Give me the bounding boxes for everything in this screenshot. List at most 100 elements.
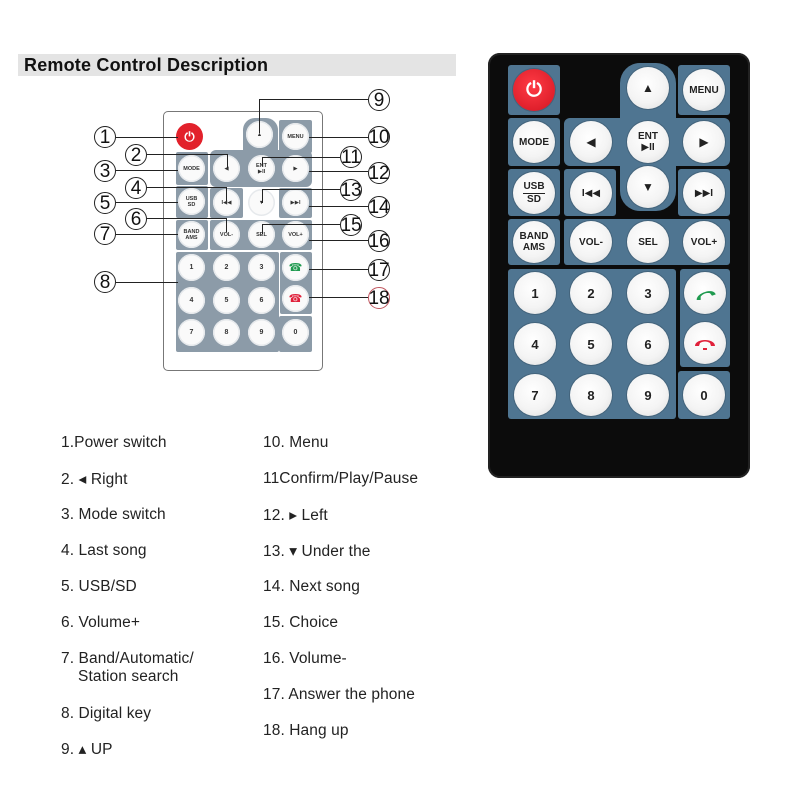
callout-4: 4 bbox=[125, 177, 147, 199]
next-track-button[interactable]: ▶▶I bbox=[683, 172, 725, 214]
remote-control: ⏻ ▲ MENU MODE ◀ ENT ▶II ▶ USB SD I◀◀ ▼ ▶▶I… bbox=[488, 53, 750, 478]
leader-5 bbox=[116, 202, 178, 204]
digit-0-button[interactable]: 0 bbox=[683, 374, 725, 416]
diagram-usb-sd-button: USB SD bbox=[178, 188, 205, 215]
leader-14 bbox=[309, 206, 368, 208]
digit-2-button[interactable]: 2 bbox=[570, 272, 612, 314]
diagram-digit-8: 8 bbox=[213, 319, 240, 346]
leader-6-v bbox=[226, 218, 228, 232]
leader-1 bbox=[116, 137, 178, 139]
diagram-band-ams-button: BAND AMS bbox=[178, 221, 205, 248]
legend-item-1: 1.Power switch bbox=[61, 434, 167, 451]
legend-item-16: 16. Volume- bbox=[263, 650, 347, 667]
callout-2: 2 bbox=[125, 144, 147, 166]
leader-2-v bbox=[227, 154, 229, 168]
legend-item-17: 17. Answer the phone bbox=[263, 686, 415, 703]
legend-item-11: 11Confirm/Play/Pause bbox=[263, 470, 419, 487]
diagram-hangup-button: ☎ bbox=[282, 285, 309, 312]
leader-4-v bbox=[226, 187, 228, 201]
diagram-next-button: ▶▶I bbox=[282, 189, 309, 216]
leader-11-v bbox=[262, 157, 264, 166]
callout-16: 16 bbox=[368, 230, 390, 252]
diagram-digit-0: 0 bbox=[282, 319, 309, 346]
legend-item-9: 9. ▴ UP bbox=[61, 741, 113, 758]
callout-1: 1 bbox=[94, 126, 116, 148]
callout-11: 11 bbox=[340, 146, 362, 168]
leader-10 bbox=[309, 137, 368, 139]
legend-item-18: 18. Hang up bbox=[263, 722, 349, 739]
page-title: Remote Control Description bbox=[24, 55, 269, 75]
down-button[interactable]: ▼ bbox=[627, 166, 669, 208]
legend-item-14: 14. Next song bbox=[263, 578, 360, 595]
answer-call-button[interactable] bbox=[684, 272, 726, 314]
leader-16 bbox=[309, 240, 368, 242]
callout-12: 12 bbox=[368, 162, 390, 184]
diagram-power-button: ⏻ bbox=[176, 123, 203, 150]
legend-item-7: 7. Band/Automatic/ bbox=[61, 650, 194, 667]
legend-item-8: 8. Digital key bbox=[61, 705, 152, 722]
leader-12 bbox=[309, 171, 368, 173]
digit-6-button[interactable]: 6 bbox=[627, 323, 669, 365]
legend-item-15: 15. Choice bbox=[263, 614, 339, 631]
callout-15: 15 bbox=[340, 214, 362, 236]
menu-button[interactable]: MENU bbox=[683, 69, 725, 111]
legend-item-6: 6. Volume+ bbox=[61, 614, 140, 631]
leader-15 bbox=[262, 224, 340, 226]
legend-item-13: 13. ▾ Under the bbox=[263, 543, 371, 560]
callout-13: 13 bbox=[340, 179, 362, 201]
leader-15-v bbox=[262, 224, 264, 234]
diagram-digit-6: 6 bbox=[248, 287, 275, 314]
callout-17: 17 bbox=[368, 259, 390, 281]
band-ams-button[interactable]: BAND AMS bbox=[513, 221, 555, 263]
power-button[interactable]: ⏻ bbox=[513, 69, 555, 111]
leader-8 bbox=[116, 282, 178, 284]
hang-up-button[interactable] bbox=[684, 322, 726, 364]
callout-18: 18 bbox=[368, 287, 390, 309]
volume-up-button[interactable]: VOL+ bbox=[683, 221, 725, 263]
volume-down-button[interactable]: VOL- bbox=[570, 221, 612, 263]
leader-13 bbox=[262, 189, 340, 191]
right-arrow-button[interactable]: ▶ bbox=[683, 121, 725, 163]
ent-play-pause-button[interactable]: ENT ▶II bbox=[627, 121, 669, 163]
digit-4-button[interactable]: 4 bbox=[514, 323, 556, 365]
callout-10: 10 bbox=[368, 126, 390, 148]
legend-item-3: 3. Mode switch bbox=[61, 506, 166, 523]
legend-item-5: 5. USB/SD bbox=[61, 578, 137, 595]
leader-3 bbox=[116, 170, 178, 172]
legend-item-12: 12. ▸ Left bbox=[263, 507, 328, 524]
phone-answer-icon bbox=[696, 291, 716, 300]
digit-1-button[interactable]: 1 bbox=[514, 272, 556, 314]
left-arrow-button[interactable]: ◀ bbox=[570, 121, 612, 163]
digit-7-button[interactable]: 7 bbox=[514, 374, 556, 416]
diagram-answer-button: ☎ bbox=[282, 254, 309, 281]
diagram-digit-1: 1 bbox=[178, 254, 205, 281]
leader-7 bbox=[116, 234, 178, 236]
digit-8-button[interactable]: 8 bbox=[570, 374, 612, 416]
digit-9-button[interactable]: 9 bbox=[627, 374, 669, 416]
legend-item-10: 10. Menu bbox=[263, 434, 329, 451]
digit-3-button[interactable]: 3 bbox=[627, 272, 669, 314]
previous-track-button[interactable]: I◀◀ bbox=[570, 172, 612, 214]
leader-11 bbox=[262, 157, 340, 159]
leader-4 bbox=[147, 187, 227, 189]
mode-button[interactable]: MODE bbox=[513, 121, 555, 163]
diagram-digit-7: 7 bbox=[178, 319, 205, 346]
leader-13-v bbox=[262, 189, 264, 203]
leader-2 bbox=[147, 154, 228, 156]
up-button[interactable]: ▲ bbox=[627, 67, 669, 109]
leader-9-v bbox=[259, 99, 261, 133]
diagram-digit-2: 2 bbox=[213, 254, 240, 281]
phone-hangup-icon bbox=[695, 340, 715, 350]
diagram-digit-3: 3 bbox=[248, 254, 275, 281]
title-bar: Remote Control Description bbox=[18, 54, 456, 76]
callout-6: 6 bbox=[125, 208, 147, 230]
diagram-digit-5: 5 bbox=[213, 287, 240, 314]
diagram-mode-button: MODE bbox=[178, 155, 205, 182]
usb-sd-button[interactable]: USB SD bbox=[513, 172, 555, 214]
callout-8: 8 bbox=[94, 271, 116, 293]
diagram-right-button: ▶ bbox=[282, 155, 309, 182]
callout-3: 3 bbox=[94, 160, 116, 182]
diagram-menu-button: MENU bbox=[282, 123, 309, 150]
select-button[interactable]: SEL bbox=[627, 221, 669, 263]
digit-5-button[interactable]: 5 bbox=[570, 323, 612, 365]
